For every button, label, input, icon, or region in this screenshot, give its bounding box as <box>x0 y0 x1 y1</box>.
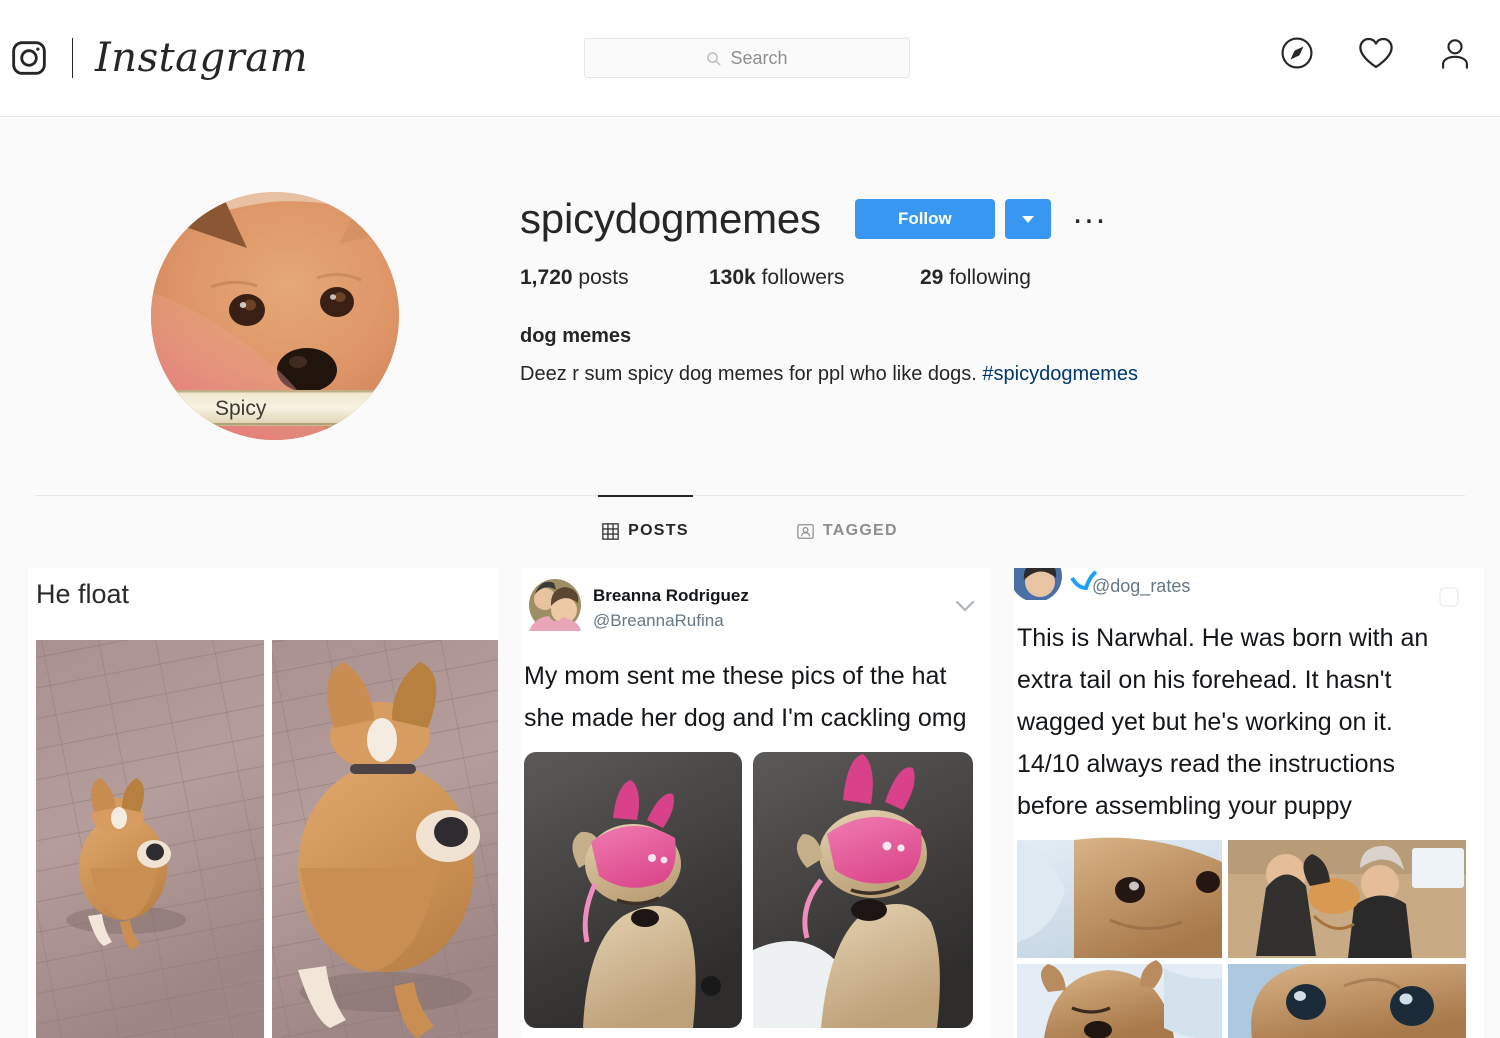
stat-following-value: 29 <box>920 266 944 289</box>
tweet-body-line1: My mom sent me these pics of the hat <box>524 662 946 690</box>
stat-posts-value: 1,720 <box>520 266 573 289</box>
search-input[interactable]: Search <box>584 38 910 78</box>
tweet-body-line5: before assembling your puppy <box>1017 792 1352 820</box>
page-title-username: spicydogmemes <box>520 195 821 242</box>
tweet-author-handle: @dog_rates <box>1092 576 1190 597</box>
chevron-down-icon <box>1021 215 1034 223</box>
username-row: spicydogmemes Follow ... <box>520 195 1500 242</box>
instagram-wordmark[interactable]: Instagram <box>95 38 308 78</box>
profile-tabs: POSTS TAGGED <box>0 495 1500 562</box>
profile-info-column: spicydogmemes Follow ... 1,720 posts 130… <box>520 192 1500 440</box>
tweet-body-line3: wagged yet but he's working on it. <box>1016 708 1393 736</box>
explore-icon[interactable] <box>1280 36 1314 70</box>
stat-following[interactable]: 29 following <box>920 266 1031 290</box>
multiple-posts-icon <box>1438 586 1466 614</box>
avatar-image: Spicy <box>151 192 399 440</box>
top-navigation-bar: Instagram Search <box>0 0 1500 117</box>
tab-posts[interactable]: POSTS <box>598 495 693 562</box>
tweet-body-line2: she made her dog and I'm cackling omg <box>524 704 967 732</box>
stat-followers-value: 130k <box>709 266 756 289</box>
post-corgi-float[interactable]: He float <box>28 568 498 1038</box>
post-breanna-hat-tweet[interactable]: Breanna Rodriguez @BreannaRufina My mom … <box>521 568 991 1038</box>
tweet-author-handle: @BreannaRufina <box>593 611 724 630</box>
stat-posts[interactable]: 1,720 posts <box>520 266 709 290</box>
bio-description: Deez r sum spicy dog memes for ppl who l… <box>520 360 1500 388</box>
stat-followers-label: followers <box>761 266 845 289</box>
search-placeholder: Search <box>730 47 788 68</box>
follow-dropdown-button[interactable] <box>1004 199 1051 239</box>
stat-posts-label: posts <box>578 266 629 289</box>
tweet-body-line1: This is Narwhal. He was born with an <box>1017 624 1428 652</box>
grid-icon <box>602 522 619 540</box>
posts-grid: He float Breanna Rodriguez @BreannaRufin… <box>0 568 1500 1038</box>
tweet-body-line2: extra tail on his forehead. It hasn't <box>1017 666 1391 694</box>
avatar-column: Spicy <box>0 192 520 440</box>
post-dogrates-narwhal[interactable]: @dog_rates This is Narwhal. He was born … <box>1014 568 1484 1038</box>
bio-display-name: dog memes <box>520 325 632 347</box>
profile-avatar[interactable]: Spicy <box>151 192 399 440</box>
follow-button[interactable]: Follow <box>854 199 995 239</box>
tab-tagged[interactable]: TAGGED <box>793 495 902 562</box>
post-breanna-hat-tweet-image: Breanna Rodriguez @BreannaRufina My mom … <box>521 568 991 1038</box>
tab-tagged-label: TAGGED <box>822 522 898 539</box>
tweet-body-line4: 14/10 always read the instructions <box>1017 750 1395 778</box>
tweet-author-name: Breanna Rodriguez <box>593 586 749 605</box>
search-icon <box>706 51 721 66</box>
instagram-brand[interactable]: Instagram <box>10 38 308 78</box>
post-caption-text: He float <box>36 579 130 609</box>
bio-description-text: Deez r sum spicy dog memes for ppl who l… <box>520 363 983 385</box>
tagged-person-icon <box>797 523 814 540</box>
instagram-camera-icon[interactable] <box>10 39 48 77</box>
brand-divider <box>72 38 73 78</box>
profile-header: Spicy spicydogmemes Follow ... 1,720 pos… <box>0 117 1500 440</box>
profile-stats: 1,720 posts 130k followers 29 following <box>520 266 1500 290</box>
activity-heart-icon[interactable] <box>1358 36 1394 70</box>
post-corgi-float-image: He float <box>28 568 498 1038</box>
bio-hashtag-link[interactable]: #spicydogmemes <box>982 363 1138 385</box>
profile-person-icon[interactable] <box>1438 36 1472 70</box>
search-container[interactable]: Search <box>584 38 910 78</box>
avatar-caption-text: Spicy <box>215 397 267 420</box>
more-options-button[interactable]: ... <box>1073 195 1107 232</box>
profile-page: Spicy spicydogmemes Follow ... 1,720 pos… <box>0 117 1500 1038</box>
nav-icon-group <box>1280 36 1472 70</box>
stat-followers[interactable]: 130k followers <box>709 266 920 290</box>
tab-posts-label: POSTS <box>628 522 689 539</box>
post-dogrates-narwhal-image: @dog_rates This is Narwhal. He was born … <box>1014 568 1484 1038</box>
stat-following-label: following <box>949 266 1031 289</box>
